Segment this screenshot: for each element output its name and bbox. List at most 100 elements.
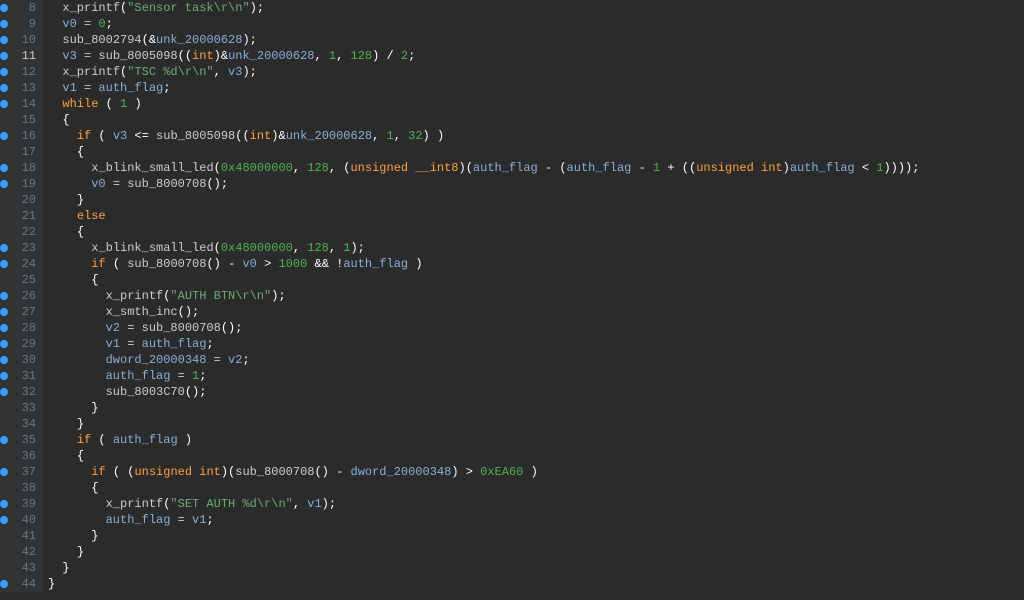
gutter-row[interactable]: 41 [0,528,42,544]
breakpoint-icon[interactable] [0,436,8,444]
breakpoint-icon[interactable] [0,468,8,476]
gutter-row[interactable]: 32 [0,384,42,400]
code-line[interactable]: } [48,400,1024,416]
breakpoint-icon[interactable] [0,164,8,172]
gutter-row[interactable]: 28 [0,320,42,336]
code-line[interactable]: { [48,272,1024,288]
breakpoint-icon[interactable] [0,244,8,252]
gutter-row[interactable]: 31 [0,368,42,384]
code-line[interactable]: x_blink_small_led(0x48000000, 128, 1); [48,240,1024,256]
breakpoint-icon[interactable] [0,260,8,268]
gutter-row[interactable]: 27 [0,304,42,320]
code-line[interactable]: v1 = auth_flag; [48,80,1024,96]
code-line[interactable]: x_printf("AUTH BTN\r\n"); [48,288,1024,304]
breakpoint-icon[interactable] [0,516,8,524]
code-line[interactable]: if ( (unsigned int)(sub_8000708() - dwor… [48,464,1024,480]
code-line[interactable]: if ( auth_flag ) [48,432,1024,448]
gutter-row[interactable]: 10 [0,32,42,48]
breakpoint-icon[interactable] [0,52,8,60]
gutter-row[interactable]: 29 [0,336,42,352]
code-line[interactable]: sub_8003C70(); [48,384,1024,400]
gutter-row[interactable]: 22 [0,224,42,240]
breakpoint-icon[interactable] [0,36,8,44]
breakpoint-icon[interactable] [0,292,8,300]
gutter-row[interactable]: 39 [0,496,42,512]
gutter-row[interactable]: 21 [0,208,42,224]
gutter-row[interactable]: 24 [0,256,42,272]
code-line[interactable]: dword_20000348 = v2; [48,352,1024,368]
breakpoint-icon[interactable] [0,4,8,12]
code-line[interactable]: if ( sub_8000708() - v0 > 1000 && !auth_… [48,256,1024,272]
breakpoint-icon[interactable] [0,388,8,396]
code-line[interactable]: v0 = sub_8000708(); [48,176,1024,192]
breakpoint-icon[interactable] [0,132,8,140]
gutter-row[interactable]: 15 [0,112,42,128]
gutter-row[interactable]: 12 [0,64,42,80]
code-line[interactable]: x_printf("SET AUTH %d\r\n", v1); [48,496,1024,512]
code-line[interactable]: { [48,112,1024,128]
code-line[interactable]: v0 = 0; [48,16,1024,32]
code-line[interactable]: v1 = auth_flag; [48,336,1024,352]
gutter-row[interactable]: 18 [0,160,42,176]
code-area[interactable]: x_printf("Sensor task\r\n"); v0 = 0; sub… [42,0,1024,592]
breakpoint-icon[interactable] [0,580,8,588]
code-line[interactable]: while ( 1 ) [48,96,1024,112]
breakpoint-icon[interactable] [0,180,8,188]
code-line[interactable]: } [48,544,1024,560]
breakpoint-icon[interactable] [0,20,8,28]
gutter-row[interactable]: 26 [0,288,42,304]
breakpoint-icon[interactable] [0,68,8,76]
breakpoint-icon[interactable] [0,500,8,508]
code-line[interactable]: } [48,576,1024,592]
gutter-row[interactable]: 25 [0,272,42,288]
breakpoint-icon[interactable] [0,372,8,380]
code-line[interactable]: } [48,528,1024,544]
gutter-row[interactable]: 38 [0,480,42,496]
code-line[interactable]: } [48,560,1024,576]
gutter-row[interactable]: 16 [0,128,42,144]
gutter-row[interactable]: 13 [0,80,42,96]
gutter-row[interactable]: 36 [0,448,42,464]
code-line[interactable]: else [48,208,1024,224]
code-line[interactable]: x_printf("TSC %d\r\n", v3); [48,64,1024,80]
gutter-row[interactable]: 30 [0,352,42,368]
gutter-row[interactable]: 8 [0,0,42,16]
code-line[interactable]: { [48,448,1024,464]
breakpoint-icon[interactable] [0,324,8,332]
code-line[interactable]: x_smth_inc(); [48,304,1024,320]
breakpoint-icon[interactable] [0,84,8,92]
gutter-row[interactable]: 42 [0,544,42,560]
gutter-row[interactable]: 17 [0,144,42,160]
gutter-row[interactable]: 37 [0,464,42,480]
breakpoint-icon[interactable] [0,308,8,316]
gutter-row[interactable]: 11 [0,48,42,64]
code-line[interactable]: sub_8002794(&unk_20000628); [48,32,1024,48]
code-line[interactable]: v2 = sub_8000708(); [48,320,1024,336]
breakpoint-icon[interactable] [0,100,8,108]
breakpoint-icon[interactable] [0,340,8,348]
gutter-row[interactable]: 44 [0,576,42,592]
gutter-row[interactable]: 20 [0,192,42,208]
breakpoint-icon[interactable] [0,356,8,364]
code-line[interactable]: auth_flag = 1; [48,368,1024,384]
gutter-row[interactable]: 9 [0,16,42,32]
gutter-row[interactable]: 40 [0,512,42,528]
gutter-row[interactable]: 33 [0,400,42,416]
code-line[interactable]: { [48,144,1024,160]
line-gutter[interactable]: 8910111213141516171819202122232425262728… [0,0,42,592]
gutter-row[interactable]: 43 [0,560,42,576]
code-line[interactable]: } [48,416,1024,432]
code-line[interactable]: x_blink_small_led(0x48000000, 128, (unsi… [48,160,1024,176]
gutter-row[interactable]: 14 [0,96,42,112]
code-line[interactable]: auth_flag = v1; [48,512,1024,528]
gutter-row[interactable]: 19 [0,176,42,192]
code-line[interactable]: if ( v3 <= sub_8005098((int)&unk_2000062… [48,128,1024,144]
code-line[interactable]: } [48,192,1024,208]
gutter-row[interactable]: 23 [0,240,42,256]
code-line[interactable]: { [48,480,1024,496]
code-editor[interactable]: 8910111213141516171819202122232425262728… [0,0,1024,592]
code-line[interactable]: x_printf("Sensor task\r\n"); [48,0,1024,16]
code-line[interactable]: v3 = sub_8005098((int)&unk_20000628, 1, … [48,48,1024,64]
gutter-row[interactable]: 35 [0,432,42,448]
gutter-row[interactable]: 34 [0,416,42,432]
